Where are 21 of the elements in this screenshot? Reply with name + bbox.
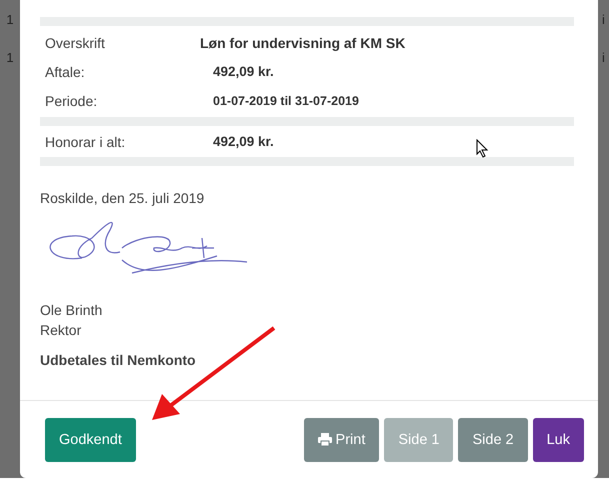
printer-icon bbox=[318, 433, 332, 446]
signer-title: Rektor bbox=[40, 321, 82, 340]
background-text: 1 bbox=[6, 12, 14, 27]
payment-note: Udbetales til Nemkonto bbox=[40, 351, 197, 370]
close-button[interactable]: Luk bbox=[532, 418, 584, 462]
approve-button[interactable]: Godkendt bbox=[45, 418, 136, 462]
background-text: 1 bbox=[6, 50, 14, 65]
field-value: 492,09 kr. bbox=[213, 64, 274, 79]
field-label: Aftale: bbox=[45, 64, 86, 80]
total-value: 492,09 kr. bbox=[213, 134, 274, 149]
field-label: Periode: bbox=[45, 92, 98, 108]
cursor-icon bbox=[476, 139, 489, 158]
background-text: i bbox=[602, 50, 605, 65]
page-button[interactable]: Side 2 bbox=[458, 418, 528, 462]
place-date: Roskilde, den 25. juli 2019 bbox=[40, 189, 206, 208]
field-value: 01-07-2019 til 31-07-2019 bbox=[213, 94, 359, 108]
print-button[interactable]: Print bbox=[304, 418, 380, 462]
total-label: Honorar i alt: bbox=[45, 134, 126, 150]
signer-name: Ole Brinth bbox=[40, 301, 104, 320]
background-text: i bbox=[602, 12, 605, 27]
field-value: Løn for undervisning af KM SK bbox=[200, 34, 406, 50]
